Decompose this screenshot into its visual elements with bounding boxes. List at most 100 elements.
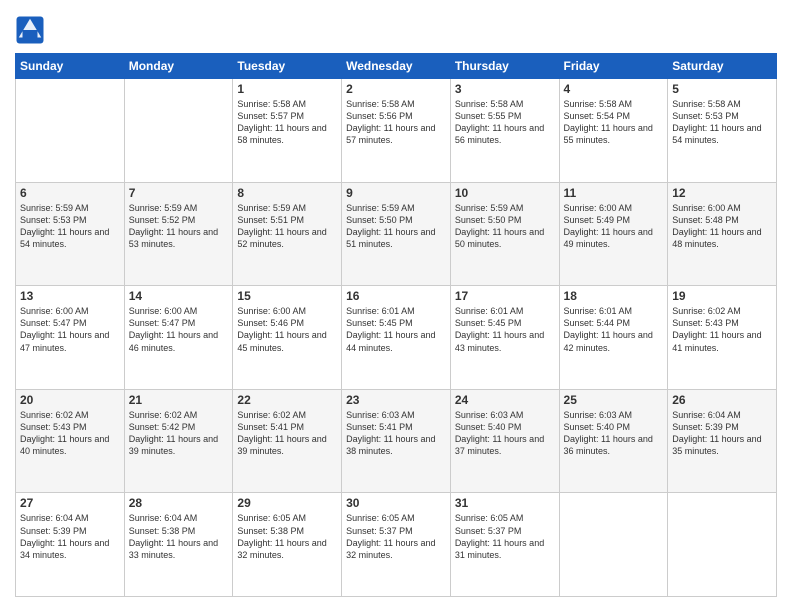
calendar-week-row: 20 Sunrise: 6:02 AM Sunset: 5:43 PM Dayli…: [16, 389, 777, 493]
day-info: Sunrise: 6:02 AM Sunset: 5:43 PM Dayligh…: [672, 305, 772, 354]
day-number: 17: [455, 289, 555, 303]
calendar-cell: 15Sunrise: 6:00 AM Sunset: 5:46 PM Dayli…: [233, 286, 342, 390]
calendar-cell: 12 Sunrise: 6:00 AM Sunset: 5:48 PM Dayli…: [668, 182, 777, 286]
header: [15, 15, 777, 45]
day-number: 16: [346, 289, 446, 303]
day-info: Sunrise: 6:04 AM Sunset: 5:39 PM Dayligh…: [672, 409, 772, 458]
day-number: 1: [237, 82, 337, 96]
weekday-header-monday: Monday: [124, 54, 233, 79]
day-number: 29: [237, 496, 337, 510]
weekday-header-sunday: Sunday: [16, 54, 125, 79]
calendar-cell: 27Sunrise: 6:04 AM Sunset: 5:39 PM Dayli…: [16, 493, 125, 597]
calendar-cell: 18 Sunrise: 6:01 AM Sunset: 5:44 PM Dayli…: [559, 286, 668, 390]
calendar-cell: 24Sunrise: 6:03 AM Sunset: 5:40 PM Dayli…: [450, 389, 559, 493]
day-number: 11: [564, 186, 664, 200]
day-info: Sunrise: 5:58 AM Sunset: 5:55 PM Dayligh…: [455, 98, 555, 147]
weekday-header-thursday: Thursday: [450, 54, 559, 79]
calendar-week-row: 1 Sunrise: 5:58 AM Sunset: 5:57 PM Daylig…: [16, 79, 777, 183]
calendar-cell: 28Sunrise: 6:04 AM Sunset: 5:38 PM Dayli…: [124, 493, 233, 597]
calendar-cell: 26 Sunrise: 6:04 AM Sunset: 5:39 PM Dayli…: [668, 389, 777, 493]
calendar-cell: 6 Sunrise: 5:59 AM Sunset: 5:53 PM Daylig…: [16, 182, 125, 286]
day-info: Sunrise: 6:03 AM Sunset: 5:41 PM Dayligh…: [346, 409, 446, 458]
weekday-header-friday: Friday: [559, 54, 668, 79]
weekday-header-wednesday: Wednesday: [342, 54, 451, 79]
day-number: 12: [672, 186, 772, 200]
calendar-cell: [559, 493, 668, 597]
day-info: Sunrise: 6:05 AM Sunset: 5:37 PM Dayligh…: [455, 512, 555, 561]
day-info: Sunrise: 6:01 AM Sunset: 5:45 PM Dayligh…: [346, 305, 446, 354]
calendar-cell: 17 Sunrise: 6:01 AM Sunset: 5:45 PM Dayli…: [450, 286, 559, 390]
day-number: 18: [564, 289, 664, 303]
day-info: Sunrise: 5:59 AM Sunset: 5:50 PM Dayligh…: [455, 202, 555, 251]
calendar-cell: 11 Sunrise: 6:00 AM Sunset: 5:49 PM Dayli…: [559, 182, 668, 286]
day-number: 25: [564, 393, 664, 407]
day-info: Sunrise: 5:59 AM Sunset: 5:51 PM Dayligh…: [237, 202, 337, 251]
calendar-cell: 4 Sunrise: 5:58 AM Sunset: 5:54 PM Daylig…: [559, 79, 668, 183]
day-number: 3: [455, 82, 555, 96]
day-info: Sunrise: 6:00 AM Sunset: 5:47 PM Dayligh…: [20, 305, 120, 354]
day-number: 10: [455, 186, 555, 200]
calendar-table: SundayMondayTuesdayWednesdayThursdayFrid…: [15, 53, 777, 597]
day-number: 27: [20, 496, 120, 510]
day-info: Sunrise: 6:01 AM Sunset: 5:44 PM Dayligh…: [564, 305, 664, 354]
calendar-cell: [124, 79, 233, 183]
day-number: 28: [129, 496, 229, 510]
page: SundayMondayTuesdayWednesdayThursdayFrid…: [0, 0, 792, 612]
calendar-cell: 5 Sunrise: 5:58 AM Sunset: 5:53 PM Daylig…: [668, 79, 777, 183]
day-number: 8: [237, 186, 337, 200]
calendar-cell: 13 Sunrise: 6:00 AM Sunset: 5:47 PM Dayli…: [16, 286, 125, 390]
day-info: Sunrise: 6:01 AM Sunset: 5:45 PM Dayligh…: [455, 305, 555, 354]
calendar-cell: 19 Sunrise: 6:02 AM Sunset: 5:43 PM Dayli…: [668, 286, 777, 390]
calendar-cell: 29 Sunrise: 6:05 AM Sunset: 5:38 PM Dayli…: [233, 493, 342, 597]
day-info: Sunrise: 6:03 AM Sunset: 5:40 PM Dayligh…: [564, 409, 664, 458]
calendar-cell: 21 Sunrise: 6:02 AM Sunset: 5:42 PM Dayli…: [124, 389, 233, 493]
calendar-week-row: 27Sunrise: 6:04 AM Sunset: 5:39 PM Dayli…: [16, 493, 777, 597]
day-info: Sunrise: 6:02 AM Sunset: 5:41 PM Dayligh…: [237, 409, 337, 458]
day-number: 7: [129, 186, 229, 200]
day-info: Sunrise: 5:59 AM Sunset: 5:53 PM Dayligh…: [20, 202, 120, 251]
day-info: Sunrise: 6:05 AM Sunset: 5:37 PM Dayligh…: [346, 512, 446, 561]
calendar-cell: 23 Sunrise: 6:03 AM Sunset: 5:41 PM Dayli…: [342, 389, 451, 493]
day-number: 21: [129, 393, 229, 407]
calendar-cell: 22 Sunrise: 6:02 AM Sunset: 5:41 PM Dayli…: [233, 389, 342, 493]
day-info: Sunrise: 6:02 AM Sunset: 5:42 PM Dayligh…: [129, 409, 229, 458]
day-number: 22: [237, 393, 337, 407]
day-info: Sunrise: 6:00 AM Sunset: 5:47 PM Dayligh…: [129, 305, 229, 354]
day-info: Sunrise: 5:58 AM Sunset: 5:56 PM Dayligh…: [346, 98, 446, 147]
calendar-cell: 20 Sunrise: 6:02 AM Sunset: 5:43 PM Dayli…: [16, 389, 125, 493]
calendar-cell: 14 Sunrise: 6:00 AM Sunset: 5:47 PM Dayli…: [124, 286, 233, 390]
calendar-cell: 2 Sunrise: 5:58 AM Sunset: 5:56 PM Daylig…: [342, 79, 451, 183]
day-info: Sunrise: 6:02 AM Sunset: 5:43 PM Dayligh…: [20, 409, 120, 458]
day-number: 20: [20, 393, 120, 407]
calendar-cell: 8 Sunrise: 5:59 AM Sunset: 5:51 PM Daylig…: [233, 182, 342, 286]
logo: [15, 15, 50, 45]
day-info: Sunrise: 5:59 AM Sunset: 5:52 PM Dayligh…: [129, 202, 229, 251]
day-number: 4: [564, 82, 664, 96]
calendar-cell: 25 Sunrise: 6:03 AM Sunset: 5:40 PM Dayli…: [559, 389, 668, 493]
day-info: Sunrise: 6:00 AM Sunset: 5:49 PM Dayligh…: [564, 202, 664, 251]
day-number: 14: [129, 289, 229, 303]
day-info: Sunrise: 5:58 AM Sunset: 5:54 PM Dayligh…: [564, 98, 664, 147]
day-number: 6: [20, 186, 120, 200]
day-number: 5: [672, 82, 772, 96]
day-number: 9: [346, 186, 446, 200]
calendar-cell: 3 Sunrise: 5:58 AM Sunset: 5:55 PM Daylig…: [450, 79, 559, 183]
day-info: Sunrise: 5:58 AM Sunset: 5:53 PM Dayligh…: [672, 98, 772, 147]
weekday-header-row: SundayMondayTuesdayWednesdayThursdayFrid…: [16, 54, 777, 79]
day-number: 13: [20, 289, 120, 303]
day-number: 19: [672, 289, 772, 303]
day-number: 23: [346, 393, 446, 407]
calendar-cell: [16, 79, 125, 183]
day-info: Sunrise: 6:00 AM Sunset: 5:48 PM Dayligh…: [672, 202, 772, 251]
weekday-header-tuesday: Tuesday: [233, 54, 342, 79]
day-number: 2: [346, 82, 446, 96]
day-info: Sunrise: 5:59 AM Sunset: 5:50 PM Dayligh…: [346, 202, 446, 251]
day-number: 26: [672, 393, 772, 407]
calendar-cell: 9 Sunrise: 5:59 AM Sunset: 5:50 PM Daylig…: [342, 182, 451, 286]
day-info: Sunrise: 6:05 AM Sunset: 5:38 PM Dayligh…: [237, 512, 337, 561]
day-info: Sunrise: 5:58 AM Sunset: 5:57 PM Dayligh…: [237, 98, 337, 147]
calendar-cell: [668, 493, 777, 597]
calendar-cell: 10 Sunrise: 5:59 AM Sunset: 5:50 PM Dayli…: [450, 182, 559, 286]
day-number: 30: [346, 496, 446, 510]
weekday-header-saturday: Saturday: [668, 54, 777, 79]
